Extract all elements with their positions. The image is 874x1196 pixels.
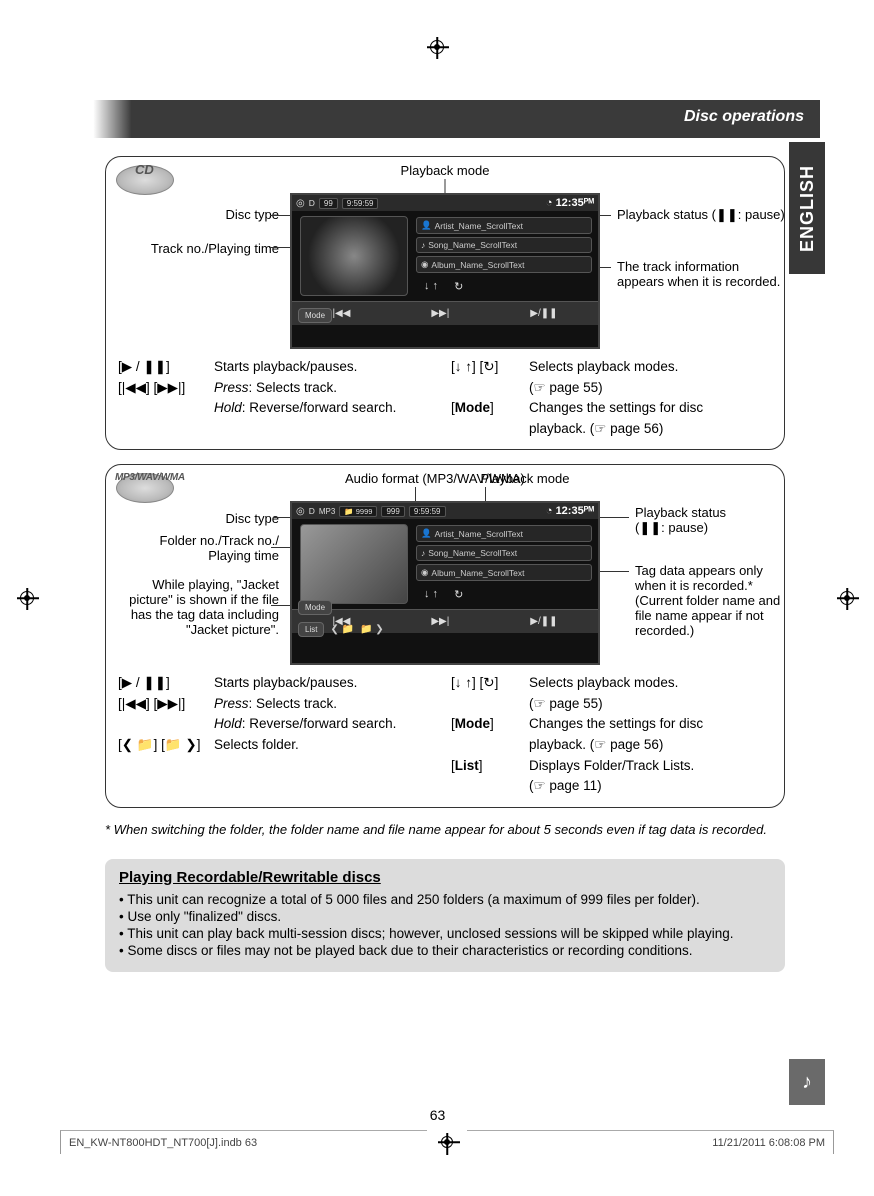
mode-button[interactable]: Mode (298, 308, 332, 323)
disc-icon: ◎ (296, 506, 305, 517)
artist-row: 👤 Artist_Name_ScrollText (416, 525, 592, 542)
cd-panel: CD Disc type Track no./Playing time Play… (105, 156, 785, 450)
list-item: Use only "finalized" discs. (119, 909, 771, 924)
list-button[interactable]: List (298, 622, 324, 637)
disc-art (300, 216, 408, 296)
mp3-screen: ◎ D MP3 📁 9999 999 9:59:59 ◔ 12:35ᴾᴹ 👤 A… (290, 501, 600, 665)
clock: ◔ 12:35ᴾᴹ (546, 505, 594, 517)
callout-track-info: The track information appears when it is… (617, 259, 780, 289)
page-number: 63 (430, 1107, 446, 1123)
song-row: ♪ Song_Name_ScrollText (416, 545, 592, 561)
album-row: ◉ Album_Name_ScrollText (416, 256, 592, 273)
key-mode: [[Mode]Mode] (451, 398, 521, 418)
callout-pb-mode2: Playback mode (481, 471, 570, 486)
list-item: This unit can play back multi-session di… (119, 926, 771, 941)
callout-disc-type2: Disc type (226, 511, 279, 526)
mode-button[interactable]: Mode (298, 600, 332, 615)
callout-folder-track: Folder no./Track no./ Playing time (160, 533, 279, 563)
clock: ◔ 12:35ᴾᴹ (546, 197, 594, 209)
key-play: [▶ / ❚❚] (118, 357, 206, 377)
folder-prev-icon[interactable]: ❮ 📁 (330, 624, 354, 635)
jacket-art (300, 524, 408, 604)
shuffle-icon[interactable]: ↓ ↑ (424, 588, 438, 601)
print-footer: EN_KW-NT800HDT_NT700[J].indb 63 11/21/20… (60, 1130, 834, 1154)
key-pbmode: [↓ ↑] [↻] (451, 357, 521, 377)
prev-button[interactable]: |◀◀ (332, 308, 350, 319)
footnote: * When switching the folder, the folder … (105, 822, 785, 837)
shuffle-icon[interactable]: ↓ ↑ (424, 280, 438, 293)
language-tab: ENGLISH (789, 142, 825, 274)
callout-jacket: While playing, "Jacket picture" is shown… (129, 577, 279, 637)
repeat-icon[interactable]: ↻ (454, 588, 463, 601)
music-tab-icon: ♪ (789, 1059, 825, 1105)
album-row: ◉ Album_Name_ScrollText (416, 564, 592, 581)
next-button[interactable]: ▶▶| (431, 308, 449, 319)
list-item: This unit can recognize a total of 5 000… (119, 892, 771, 907)
header-title: Disc operations (684, 108, 804, 125)
infobox-title: Playing Recordable/Rewritable discs (119, 869, 771, 886)
repeat-icon[interactable]: ↻ (454, 280, 463, 293)
callout-pb-status: Playback status (❚❚: pause) (617, 207, 785, 223)
play-pause-button[interactable]: ▶/❚❚ (530, 308, 557, 319)
song-row: ♪ Song_Name_ScrollText (416, 237, 592, 253)
info-box: Playing Recordable/Rewritable discs This… (105, 859, 785, 972)
list-item: Some discs or files may not be played ba… (119, 943, 771, 958)
folder-next-icon[interactable]: 📁 ❯ (360, 624, 384, 635)
mp3-panel: MP3/WAV/WMA Audio format (MP3/WAV/WMA) P… (105, 464, 785, 807)
callout-track-playing: Track no./Playing time (151, 241, 279, 256)
cd-screen: ◎ D 99 9:59:59 ◔ 12:35ᴾᴹ 👤 Artist_Name_S… (290, 193, 600, 349)
disc-icon: ◎ (296, 198, 305, 209)
callout-pb-status2: Playback status (❚❚: pause) (635, 505, 726, 536)
key-skip: [|◀◀] [▶▶|] (118, 378, 206, 398)
callout-pb-mode: Playback mode (401, 163, 490, 178)
page-header: Disc operations (55, 100, 820, 138)
artist-row: 👤 Artist_Name_ScrollText (416, 217, 592, 234)
callout-tag: Tag data appears only when it is recorde… (635, 563, 780, 638)
